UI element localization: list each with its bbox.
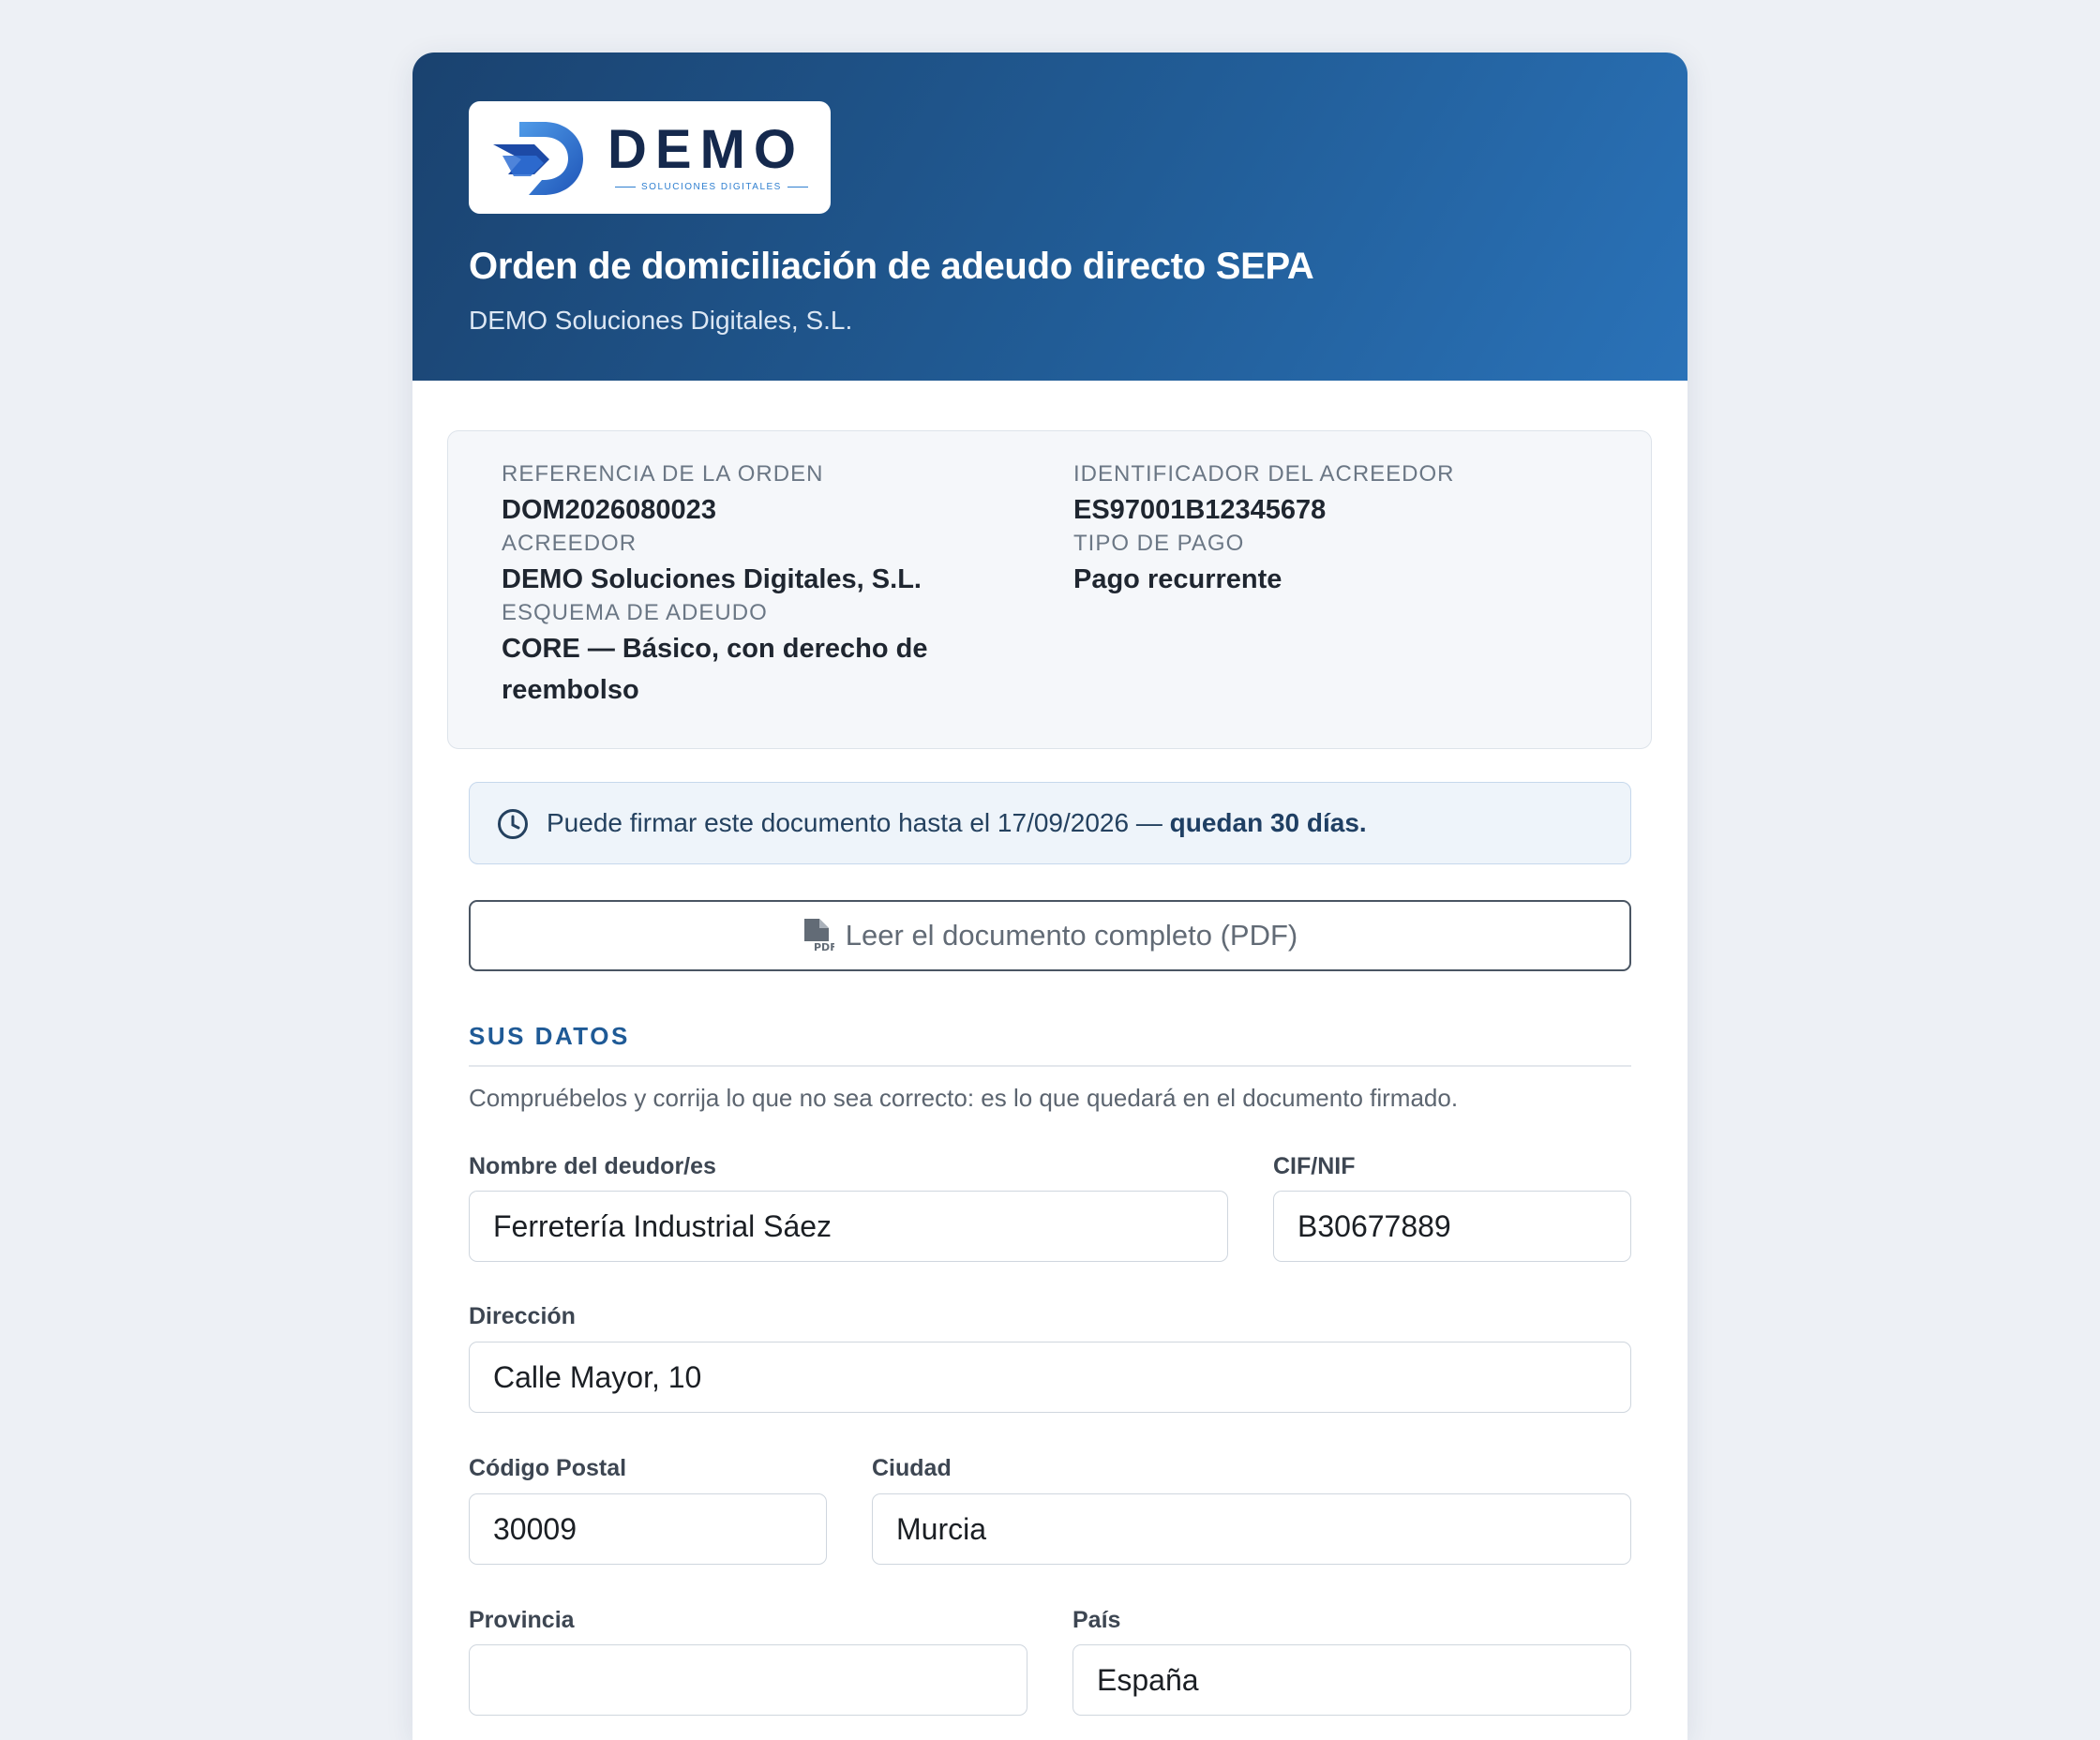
read-pdf-label: Leer el documento completo (PDF) (845, 919, 1298, 952)
deadline-notice: Puede firmar este documento hasta el 17/… (469, 782, 1631, 864)
country-input[interactable] (1072, 1644, 1631, 1716)
scheme-value: CORE — Básico, con derecho de reembolso (502, 634, 928, 705)
clock-icon (498, 809, 528, 839)
creditor-label: ACREEDOR (502, 531, 638, 556)
scheme-label: ESQUEMA DE ADEUDO (502, 600, 768, 625)
creditor-id-value: ES97001B12345678 (1073, 495, 1327, 525)
order-info-panel: REFERENCIA DE LA ORDEN DOM2026080023 ACR… (447, 430, 1652, 749)
deadline-message: Puede firmar este documento hasta el 17/… (547, 808, 1170, 837)
order-info-left: REFERENCIA DE LA ORDEN DOM2026080023 ACR… (502, 459, 989, 709)
page-title: Orden de domiciliación de adeudo directo… (469, 246, 1314, 287)
days-remaining: quedan 30 días. (1169, 808, 1367, 837)
section-title: SUS DATOS (469, 1022, 630, 1050)
pdf-file-icon: PDF (803, 918, 834, 952)
reference-value: DOM2026080023 (502, 495, 716, 525)
page-subtitle: DEMO Soluciones Digitales, S.L. (469, 306, 853, 335)
read-pdf-button[interactable]: PDF Leer el documento completo (PDF) (469, 900, 1631, 971)
debtor-name-label: Nombre del deudor/es (469, 1153, 716, 1179)
address-label: Dirección (469, 1303, 576, 1329)
header-banner: DEMO SOLUCIONES DIGITALES Orden de domic… (412, 52, 1688, 381)
tax-id-input[interactable] (1273, 1191, 1631, 1262)
deadline-text: Puede firmar este documento hasta el 17/… (547, 807, 1367, 839)
reference-label: REFERENCIA DE LA ORDEN (502, 461, 824, 487)
creditor-value: DEMO Soluciones Digitales, S.L. (502, 564, 922, 594)
payment-type-label: TIPO DE PAGO (1073, 531, 1245, 556)
debtor-name-input[interactable] (469, 1191, 1228, 1262)
logo-tagline: SOLUCIONES DIGITALES (609, 182, 806, 192)
creditor-id-label: IDENTIFICADOR DEL ACREEDOR (1073, 461, 1455, 487)
section-help: Compruébelos y corrija lo que no sea cor… (469, 1084, 1459, 1112)
address-input[interactable] (469, 1342, 1631, 1413)
logo-wordmark: DEMO (608, 119, 804, 180)
logo-d-icon (493, 122, 583, 195)
mandate-card: DEMO SOLUCIONES DIGITALES Orden de domic… (412, 52, 1688, 1740)
tax-id-label: CIF/NIF (1273, 1153, 1356, 1179)
province-label: Provincia (469, 1607, 575, 1633)
payment-type-value: Pago recurrente (1073, 564, 1282, 594)
city-input[interactable] (872, 1493, 1631, 1565)
postal-code-input[interactable] (469, 1493, 827, 1565)
country-label: País (1072, 1607, 1121, 1633)
section-divider (469, 1065, 1631, 1067)
svg-text:PDF: PDF (814, 941, 834, 952)
company-logo: DEMO SOLUCIONES DIGITALES (469, 101, 831, 214)
city-label: Ciudad (872, 1455, 952, 1481)
postal-code-label: Código Postal (469, 1455, 627, 1481)
order-info-right: IDENTIFICADOR DEL ACREEDOR ES97001B12345… (1073, 459, 1598, 598)
province-input[interactable] (469, 1644, 1028, 1716)
